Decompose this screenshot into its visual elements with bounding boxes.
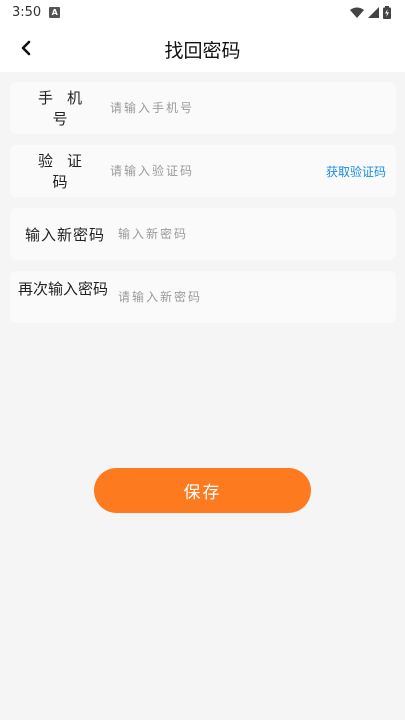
phone-label: 手机号: [37, 89, 96, 128]
notification-badge-icon: A: [49, 6, 61, 18]
phone-input[interactable]: [110, 96, 370, 120]
status-left: 3:50 A: [12, 4, 61, 20]
confirm-password-field-card: 再次输入密码: [10, 271, 396, 323]
get-code-button[interactable]: 获取验证码: [326, 145, 386, 197]
new-password-input[interactable]: [118, 222, 378, 246]
code-input[interactable]: [110, 159, 310, 183]
new-password-field-card: 输入新密码: [10, 208, 396, 260]
status-time: 3:50: [12, 4, 42, 20]
header: 找回密码: [0, 24, 405, 72]
status-bar: 3:50 A: [0, 0, 405, 24]
new-password-label: 输入新密码: [24, 225, 105, 244]
confirm-password-label: 再次输入密码: [18, 280, 108, 298]
status-right: [350, 5, 391, 19]
signal-icon: [368, 6, 379, 18]
page-title: 找回密码: [164, 40, 241, 62]
code-field-card: 验证码 获取验证码: [10, 145, 396, 197]
phone-field-card: 手机号: [10, 82, 396, 134]
code-label: 验证码: [37, 152, 96, 191]
save-button[interactable]: 保存: [94, 468, 311, 513]
wifi-icon: [350, 7, 364, 18]
confirm-password-input[interactable]: [118, 285, 378, 309]
battery-charging-icon: [383, 5, 391, 19]
